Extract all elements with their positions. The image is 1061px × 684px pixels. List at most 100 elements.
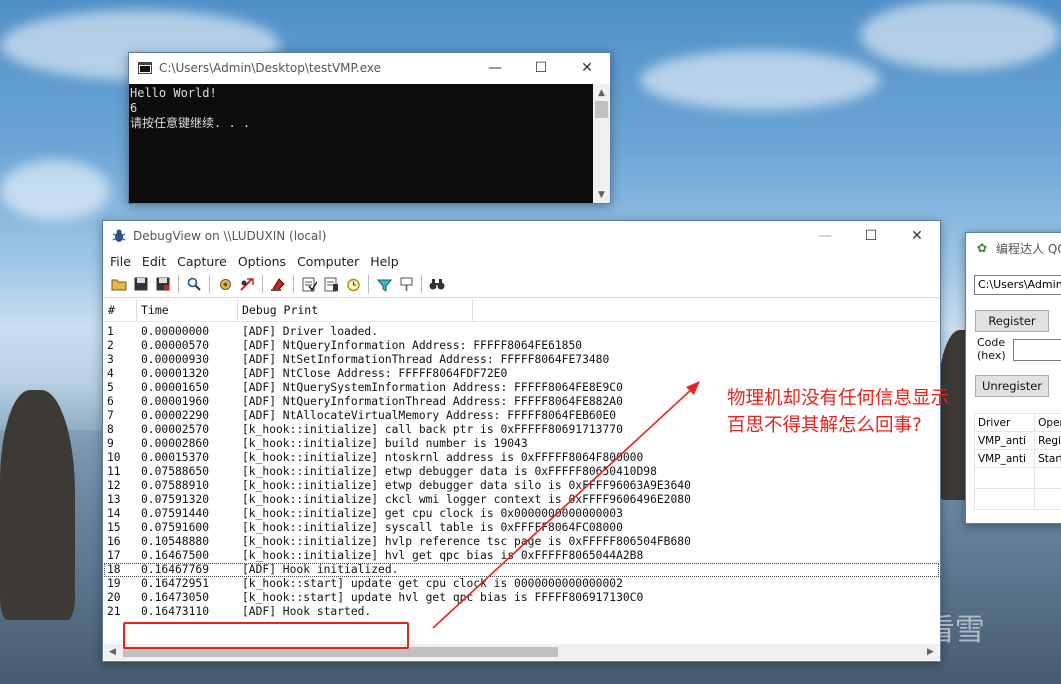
row-debug-print: [k_hook::initialize] hvl get qpc bias is… bbox=[242, 549, 644, 562]
table-header-cell[interactable]: Driver bbox=[973, 413, 1036, 432]
row-number: 16 bbox=[107, 535, 121, 548]
column-header-time[interactable]: Time bbox=[137, 299, 238, 321]
menu-options[interactable]: Options bbox=[234, 254, 290, 269]
row-debug-print: [k_hook::start] update hvl get qpc bias … bbox=[242, 591, 644, 604]
debugview-window: DebugView on \\LUDUXIN (local) — ☐ ✕ Fil… bbox=[102, 220, 941, 662]
table-row[interactable]: 20 0.16473050 [k_hook::start] update hvl g… bbox=[104, 591, 939, 605]
menu-file[interactable]: File bbox=[106, 254, 135, 269]
close-button[interactable]: ✕ bbox=[564, 53, 610, 83]
row-number: 2 bbox=[107, 339, 114, 352]
console-titlebar[interactable]: C:\Users\Admin\Desktop\testVMP.exe — ☐ ✕ bbox=[129, 53, 610, 83]
table-row[interactable]: 18 0.16467769 [ADF] Hook initialized. bbox=[104, 563, 939, 577]
open-folder-icon[interactable] bbox=[108, 273, 130, 295]
table-cell: Start bbox=[1034, 449, 1061, 468]
driver-path-input[interactable]: C:\Users\Admin\D bbox=[974, 275, 1061, 295]
row-debug-print: [ADF] Driver loaded. bbox=[242, 325, 379, 338]
capture-toggle-icon[interactable] bbox=[236, 273, 258, 295]
table-row[interactable]: 2 0.00000570 [ADF] NtQueryInformation Addr… bbox=[104, 339, 939, 353]
column-header-number[interactable]: # bbox=[104, 299, 137, 321]
row-number: 10 bbox=[107, 451, 121, 464]
table-row[interactable]: 1 0.00000000 [ADF] Driver loaded. bbox=[104, 325, 939, 339]
row-time: 0.00001960 bbox=[141, 395, 210, 408]
table-row[interactable]: 3 0.00000930 [ADF] NtSetInformationThread … bbox=[104, 353, 939, 367]
row-number: 6 bbox=[107, 395, 114, 408]
bug-icon bbox=[111, 228, 127, 244]
loader-titlebar[interactable]: ✿ 编程达人 QQ bbox=[966, 233, 1061, 263]
table-row[interactable]: 21 0.16473110 [ADF] Hook started. bbox=[104, 605, 939, 619]
row-number: 19 bbox=[107, 577, 121, 590]
table-row[interactable]: 14 0.07591440 [k_hook::initialize] get cpu… bbox=[104, 507, 939, 521]
menu-computer[interactable]: Computer bbox=[293, 254, 363, 269]
history-depth-icon[interactable] bbox=[320, 273, 342, 295]
row-debug-print: [k_hook::initialize] hvlp reference tsc … bbox=[242, 535, 691, 548]
table-cell: Regis bbox=[1034, 431, 1061, 450]
row-debug-print: [ADF] NtClose Address: FFFFF8064FDF72E0 bbox=[242, 367, 508, 380]
row-number: 17 bbox=[107, 549, 121, 562]
table-cell: VMP_anti bbox=[973, 431, 1036, 450]
table-header-cell[interactable]: Opera bbox=[1034, 413, 1061, 432]
table-row[interactable]: 10 0.00015370 [k_hook::initialize] ntoskrn… bbox=[104, 451, 939, 465]
debugview-title: DebugView on \\LUDUXIN (local) bbox=[133, 229, 327, 243]
loader-title: 编程达人 QQ bbox=[996, 241, 1061, 256]
table-row[interactable]: 15 0.07591600 [k_hook::initialize] syscall… bbox=[104, 521, 939, 535]
debugview-titlebar[interactable]: DebugView on \\LUDUXIN (local) — ☐ ✕ bbox=[103, 221, 940, 251]
menu-edit[interactable]: Edit bbox=[138, 254, 170, 269]
scroll-down-arrow-icon[interactable]: ▼ bbox=[593, 186, 610, 203]
scroll-left-arrow-icon[interactable]: ◀ bbox=[104, 647, 121, 657]
row-number: 9 bbox=[107, 437, 114, 450]
table-row[interactable]: 11 0.07588650 [k_hook::initialize] etwp de… bbox=[104, 465, 939, 479]
pin-icon[interactable] bbox=[395, 273, 417, 295]
row-time: 0.00000570 bbox=[141, 339, 210, 352]
minimize-button[interactable]: — bbox=[802, 221, 848, 251]
table-cell: VMP_anti bbox=[973, 449, 1036, 468]
table-row[interactable]: 19 0.16472951 [k_hook::start] update get c… bbox=[104, 577, 939, 591]
table-row[interactable]: 12 0.07588910 [k_hook::initialize] etwp de… bbox=[104, 479, 939, 493]
maximize-button[interactable]: ☐ bbox=[848, 221, 894, 251]
unregister-button[interactable]: Unregister bbox=[975, 375, 1049, 397]
row-number: 3 bbox=[107, 353, 114, 366]
row-time: 0.00002290 bbox=[141, 409, 210, 422]
table-row[interactable]: 4 0.00001320 [ADF] NtClose Address: FFFFF8… bbox=[104, 367, 939, 381]
table-row[interactable]: 16 0.10548880 [k_hook::initialize] hvlp re… bbox=[104, 535, 939, 549]
save-all-icon[interactable] bbox=[152, 273, 174, 295]
menu-help[interactable]: Help bbox=[366, 254, 403, 269]
code-input[interactable] bbox=[1013, 339, 1061, 361]
close-button[interactable]: ✕ bbox=[894, 221, 940, 251]
column-header-debug-print[interactable]: Debug Print bbox=[238, 299, 473, 321]
row-debug-print: [ADF] Hook started. bbox=[242, 605, 372, 618]
table-row[interactable]: 9 0.00002860 [k_hook::initialize] build nu… bbox=[104, 437, 939, 451]
console-scrollbar[interactable]: ▲ ▼ bbox=[593, 84, 610, 203]
minimize-button[interactable]: — bbox=[472, 53, 518, 83]
table-row[interactable]: VMP_anti Regis bbox=[973, 431, 1061, 450]
clear-display-icon[interactable] bbox=[267, 273, 289, 295]
save-icon[interactable] bbox=[130, 273, 152, 295]
empty-area-highlight-box bbox=[123, 622, 409, 649]
filter-icon[interactable] bbox=[298, 273, 320, 295]
row-time: 0.00015370 bbox=[141, 451, 210, 464]
highlight-icon[interactable] bbox=[373, 273, 395, 295]
console-title: C:\Users\Admin\Desktop\testVMP.exe bbox=[159, 61, 382, 75]
menu-capture[interactable]: Capture bbox=[173, 254, 231, 269]
debug-log-list[interactable]: # Time Debug Print 1 0.00000000 [ADF] Driv… bbox=[104, 299, 939, 643]
row-number: 5 bbox=[107, 381, 114, 394]
row-number: 21 bbox=[107, 605, 121, 618]
watermark: ❄ 看雪 bbox=[890, 605, 985, 649]
register-button[interactable]: Register bbox=[975, 310, 1049, 332]
row-debug-print: [k_hook::initialize] ckcl wmi logger con… bbox=[242, 493, 691, 506]
cloud bbox=[860, 0, 1060, 70]
row-time: 0.16467500 bbox=[141, 549, 210, 562]
clock-icon[interactable] bbox=[342, 273, 364, 295]
console-line: 请按任意键继续. . . bbox=[130, 116, 251, 130]
watermark-text: 看雪 bbox=[924, 613, 985, 648]
maximize-button[interactable]: ☐ bbox=[518, 53, 564, 83]
table-row[interactable]: VMP_anti Start bbox=[973, 449, 1061, 468]
binoculars-icon[interactable] bbox=[426, 273, 448, 295]
code-label: Code bbox=[977, 336, 1006, 349]
scroll-up-arrow-icon[interactable]: ▲ bbox=[593, 84, 610, 101]
capture-kernel-icon[interactable] bbox=[214, 273, 236, 295]
table-row[interactable]: 13 0.07591320 [k_hook::initialize] ckcl wm… bbox=[104, 493, 939, 507]
find-icon[interactable] bbox=[183, 273, 205, 295]
row-number: 14 bbox=[107, 507, 121, 520]
scroll-thumb[interactable] bbox=[595, 101, 608, 118]
table-row[interactable]: 17 0.16467500 [k_hook::initialize] hvl get… bbox=[104, 549, 939, 563]
